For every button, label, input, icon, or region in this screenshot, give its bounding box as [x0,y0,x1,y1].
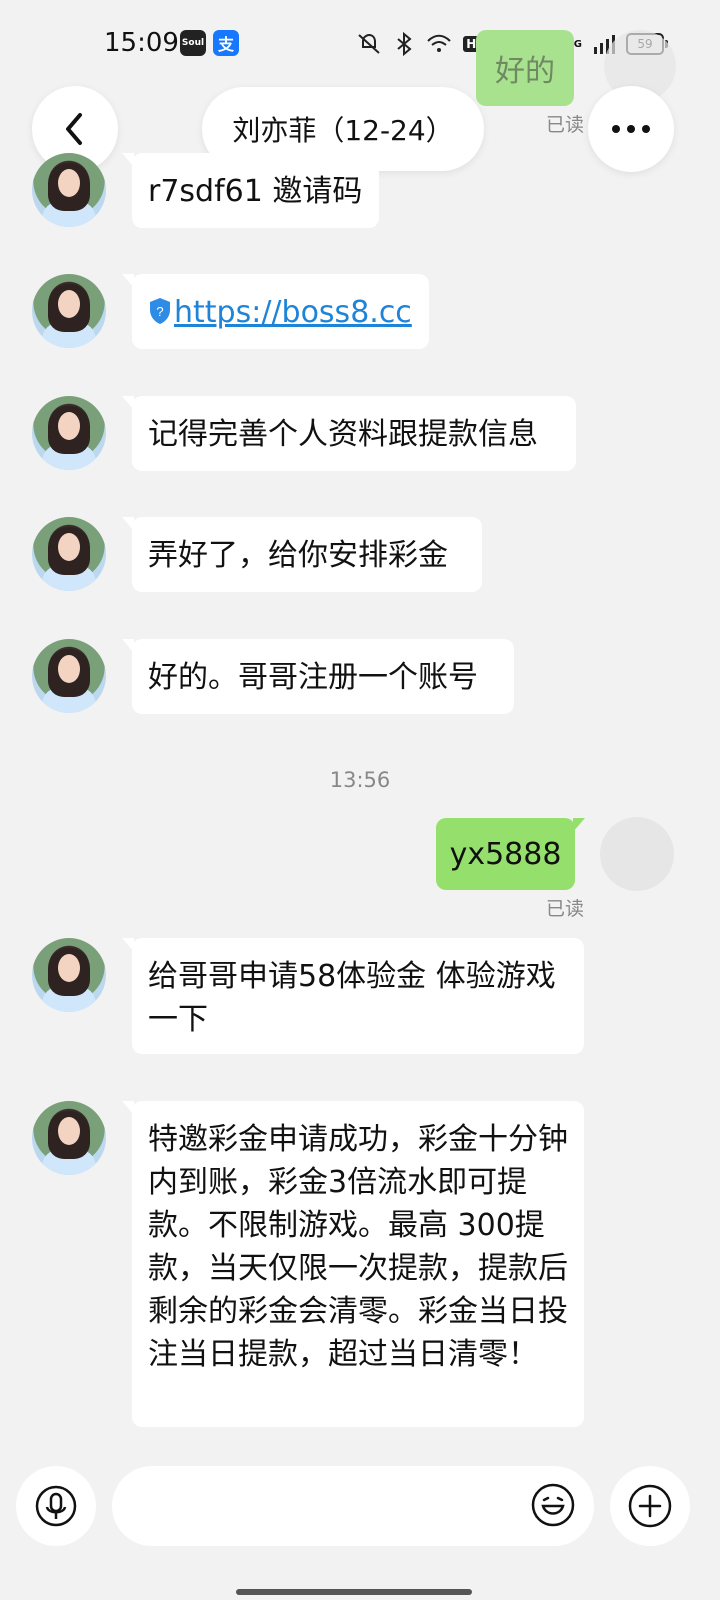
contact-avatar[interactable] [32,153,106,227]
status-time: 15:09 [104,28,179,58]
message-bubble-rules: 特邀彩金申请成功，彩金十分钟内到账，彩金3倍流水即可提款。不限制游戏。最高 30… [122,1101,584,1427]
message-text: r7sdf61 邀请码 [148,174,363,209]
more-icon [612,125,650,133]
message-bubble-trial: 给哥哥申请58体验金 体验游戏一下 [122,938,584,1054]
chat-screen: 15:09 Soul 支 HD2 4G 4G 59 好的 已读 刘亦菲（12-2… [0,0,720,1600]
input-bar [0,1458,720,1570]
message-bubble-bonus: 弄好了，给你安排彩金 [122,517,482,592]
bluetooth-icon [397,32,412,56]
mute-icon [358,33,380,54]
read-status: 已读 [546,898,585,920]
message-text: 特邀彩金申请成功，彩金十分钟内到账，彩金3倍流水即可提款。不限制游戏。最高 30… [148,1122,568,1372]
top-read-label: 已读 [546,114,585,136]
contact-avatar[interactable] [32,938,106,1012]
message-text: 给哥哥申请58体验金 体验游戏一下 [148,959,556,1037]
contact-avatar[interactable] [32,396,106,470]
contact-avatar[interactable] [32,1101,106,1175]
message-bubble-profile: 记得完善个人资料跟提款信息 [122,396,576,471]
svg-text:?: ? [156,304,163,319]
top-message-bubble[interactable]: 好的 [476,30,574,106]
message-text: 记得完善个人资料跟提款信息 [148,417,538,452]
alipay-app-icon: 支 [213,30,239,56]
home-indicator[interactable] [236,1589,472,1595]
outgoing-message-bubble: yx5888 [436,818,585,890]
plus-icon [628,1484,672,1528]
soul-app-icon: Soul [180,30,206,56]
shield-icon: ? [150,298,170,324]
message-text: 弄好了，给你安排彩金 [148,538,448,573]
message-timestamp: 13:56 [329,768,391,792]
contact-avatar[interactable] [32,639,106,713]
message-text: 好的。哥哥注册一个账号 [148,660,478,695]
message-bubble-invite: r7sdf61 邀请码 [122,153,379,228]
message-bubble-register: 好的。哥哥注册一个账号 [122,639,514,714]
self-avatar[interactable] [600,817,674,891]
more-button[interactable] [588,86,674,172]
microphone-icon [35,1485,77,1527]
emoji-icon[interactable] [530,1482,576,1528]
voice-button[interactable] [16,1466,96,1546]
message-input[interactable] [112,1466,594,1546]
add-button[interactable] [610,1466,690,1546]
message-link[interactable]: https://boss8.cc [174,295,412,330]
contact-avatar[interactable] [32,517,106,591]
contact-avatar[interactable] [32,274,106,348]
chevron-left-icon [66,113,82,145]
message-bubble-link: ? https://boss8.cc [122,274,429,349]
wifi-icon [427,34,452,52]
